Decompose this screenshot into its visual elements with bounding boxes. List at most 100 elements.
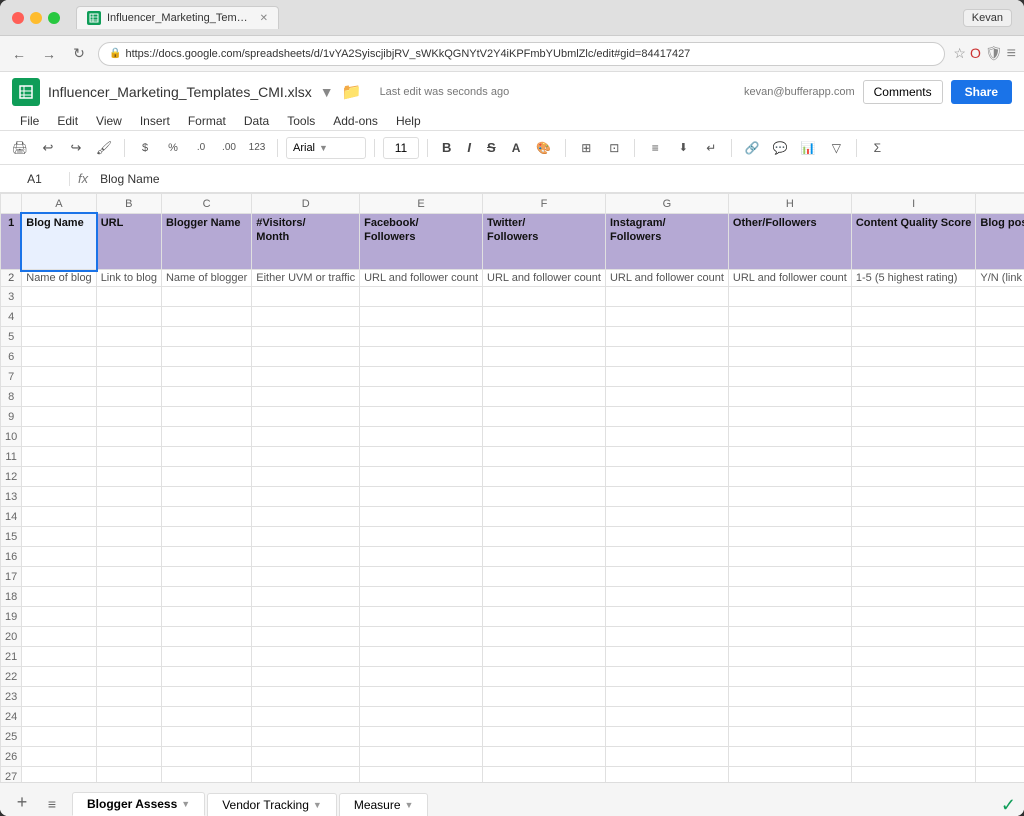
cell-B10[interactable] <box>96 427 161 447</box>
cell-C11[interactable] <box>161 447 251 467</box>
cell-D5[interactable] <box>252 327 360 347</box>
cell-I19[interactable] <box>851 607 976 627</box>
cell-A5[interactable] <box>22 327 96 347</box>
cell-G16[interactable] <box>605 547 728 567</box>
row-header-23[interactable]: 23 <box>1 687 22 707</box>
cell-A6[interactable] <box>22 347 96 367</box>
cell-I12[interactable] <box>851 467 976 487</box>
cell-D3[interactable] <box>252 287 360 307</box>
cell-I24[interactable] <box>851 707 976 727</box>
browser-tab[interactable]: Influencer_Marketing_Tem… ✕ <box>76 6 279 29</box>
cell-H6[interactable] <box>728 347 851 367</box>
cell-J5[interactable] <box>976 327 1024 347</box>
cell-I17[interactable] <box>851 567 976 587</box>
cell-I6[interactable] <box>851 347 976 367</box>
cell-D16[interactable] <box>252 547 360 567</box>
cell-D10[interactable] <box>252 427 360 447</box>
cell-B18[interactable] <box>96 587 161 607</box>
cell-F1[interactable]: Twitter/Followers <box>483 214 606 270</box>
shield-icon[interactable]: 🛡 <box>985 45 1003 63</box>
row-header-20[interactable]: 20 <box>1 627 22 647</box>
cell-A8[interactable] <box>22 387 96 407</box>
cell-B1[interactable]: URL <box>96 214 161 270</box>
row-header-22[interactable]: 22 <box>1 667 22 687</box>
cell-H18[interactable] <box>728 587 851 607</box>
cell-C6[interactable] <box>161 347 251 367</box>
cell-D24[interactable] <box>252 707 360 727</box>
cell-C1[interactable]: Blogger Name <box>161 214 251 270</box>
cell-C8[interactable] <box>161 387 251 407</box>
cell-F23[interactable] <box>483 687 606 707</box>
col-header-F[interactable]: F <box>483 194 606 214</box>
cell-G3[interactable] <box>605 287 728 307</box>
menu-view[interactable]: View <box>88 112 130 130</box>
text-wrap-button[interactable]: ↵ <box>699 136 723 160</box>
cell-G2[interactable]: URL and follower count <box>605 270 728 287</box>
font-size-input[interactable] <box>383 137 419 159</box>
cell-D11[interactable] <box>252 447 360 467</box>
cell-H14[interactable] <box>728 507 851 527</box>
cell-C14[interactable] <box>161 507 251 527</box>
col-header-I[interactable]: I <box>851 194 976 214</box>
cell-A16[interactable] <box>22 547 96 567</box>
row-header-24[interactable]: 24 <box>1 707 22 727</box>
cell-B13[interactable] <box>96 487 161 507</box>
row-header-1[interactable]: 1 <box>1 214 22 270</box>
cell-D6[interactable] <box>252 347 360 367</box>
cell-J9[interactable] <box>976 407 1024 427</box>
more-formats-button[interactable]: 123 <box>245 136 269 160</box>
cell-E8[interactable] <box>360 387 483 407</box>
cell-J20[interactable] <box>976 627 1024 647</box>
menu-insert[interactable]: Insert <box>132 112 178 130</box>
cell-reference[interactable]: A1 <box>0 172 70 186</box>
row-header-13[interactable]: 13 <box>1 487 22 507</box>
col-header-B[interactable]: B <box>96 194 161 214</box>
cell-F2[interactable]: URL and follower count <box>483 270 606 287</box>
row-header-10[interactable]: 10 <box>1 427 22 447</box>
cell-C17[interactable] <box>161 567 251 587</box>
row-header-25[interactable]: 25 <box>1 727 22 747</box>
cell-G6[interactable] <box>605 347 728 367</box>
cell-A2[interactable]: Name of blog <box>22 270 96 287</box>
cell-B9[interactable] <box>96 407 161 427</box>
cell-F11[interactable] <box>483 447 606 467</box>
cell-C10[interactable] <box>161 427 251 447</box>
cell-B16[interactable] <box>96 547 161 567</box>
row-header-2[interactable]: 2 <box>1 270 22 287</box>
cell-J16[interactable] <box>976 547 1024 567</box>
cell-G4[interactable] <box>605 307 728 327</box>
row-header-15[interactable]: 15 <box>1 527 22 547</box>
cell-G21[interactable] <box>605 647 728 667</box>
row-header-7[interactable]: 7 <box>1 367 22 387</box>
cell-H9[interactable] <box>728 407 851 427</box>
fill-color-button[interactable]: 🎨 <box>530 136 557 160</box>
paint-format-button[interactable]: 🖌 <box>92 136 116 160</box>
cell-D25[interactable] <box>252 727 360 747</box>
cell-I13[interactable] <box>851 487 976 507</box>
currency-button[interactable]: $ <box>133 136 157 160</box>
cell-E23[interactable] <box>360 687 483 707</box>
cell-H27[interactable] <box>728 767 851 782</box>
insert-link-button[interactable]: 🔗 <box>740 136 764 160</box>
cell-D23[interactable] <box>252 687 360 707</box>
cell-B14[interactable] <box>96 507 161 527</box>
align-bottom-button[interactable]: ⬇ <box>671 136 695 160</box>
cell-G18[interactable] <box>605 587 728 607</box>
cell-J18[interactable] <box>976 587 1024 607</box>
cell-I22[interactable] <box>851 667 976 687</box>
cell-I23[interactable] <box>851 687 976 707</box>
cell-F21[interactable] <box>483 647 606 667</box>
menu-tools[interactable]: Tools <box>279 112 323 130</box>
row-header-6[interactable]: 6 <box>1 347 22 367</box>
cell-H13[interactable] <box>728 487 851 507</box>
cell-F27[interactable] <box>483 767 606 782</box>
cell-G23[interactable] <box>605 687 728 707</box>
cell-E14[interactable] <box>360 507 483 527</box>
cell-A7[interactable] <box>22 367 96 387</box>
cell-A20[interactable] <box>22 627 96 647</box>
menu-help[interactable]: Help <box>388 112 429 130</box>
cell-E18[interactable] <box>360 587 483 607</box>
forward-button[interactable]: → <box>38 43 60 65</box>
decimal-inc-button[interactable]: .00 <box>217 136 241 160</box>
cell-I8[interactable] <box>851 387 976 407</box>
